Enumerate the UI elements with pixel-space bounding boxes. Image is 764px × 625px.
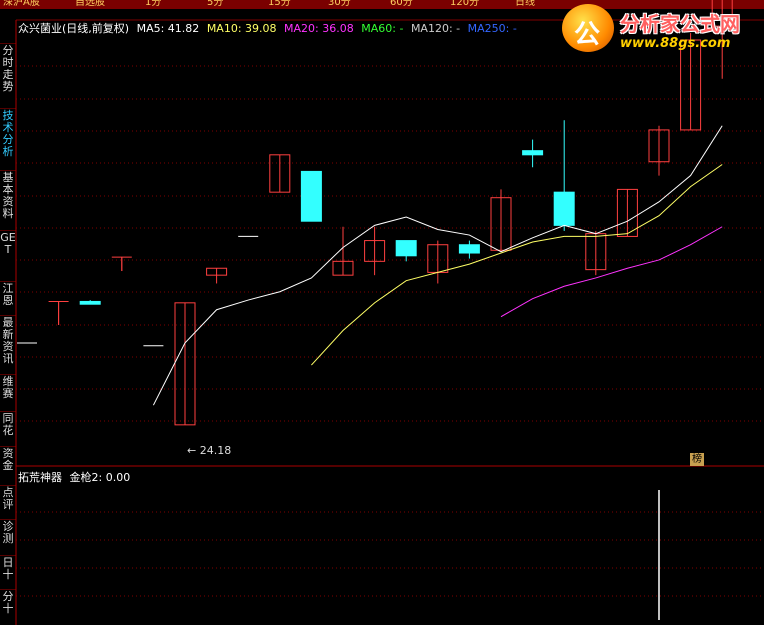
candle-body [395, 240, 417, 257]
ma60-value: MA60: - [361, 22, 404, 35]
candle-body [522, 150, 544, 156]
candle-body [300, 170, 322, 222]
indicator-info-line: 拓荒神器 金枪2: 0.00 [18, 471, 130, 484]
kline-chart [15, 0, 764, 625]
logo-glyph: 公 [574, 20, 601, 50]
ma20-line [500, 226, 723, 318]
ma20-value: MA20: 36.08 [284, 22, 354, 35]
indicator-value: 金枪2: 0.00 [69, 471, 131, 484]
candle-body [79, 300, 101, 305]
logo-badge-icon: 公 [562, 4, 614, 52]
low-price-label: ← 24.18 [187, 444, 232, 457]
ranking-button[interactable]: 榜 [690, 453, 704, 466]
ma5-value: MA5: 41.82 [136, 22, 200, 35]
logo-title: 分析家公式网 [620, 12, 740, 36]
stock-name: 众兴菌业(日线,前复权) [18, 22, 130, 35]
site-logo: 公 分析家公式网 www.88gs.com [560, 0, 764, 56]
ma120-value: MA120: - [410, 22, 461, 35]
ma250-value: MA250: - [467, 22, 517, 35]
candle-body [458, 244, 480, 254]
ma-info-line: 众兴菌业(日线,前复权) MA5: 41.82 MA10: 39.08 MA20… [18, 22, 521, 35]
logo-url: www.88gs.com [620, 36, 731, 51]
ma10-line [311, 164, 723, 366]
ma10-value: MA10: 39.08 [206, 22, 277, 35]
indicator-title: 拓荒神器 [18, 471, 62, 484]
candle-body [553, 191, 575, 226]
